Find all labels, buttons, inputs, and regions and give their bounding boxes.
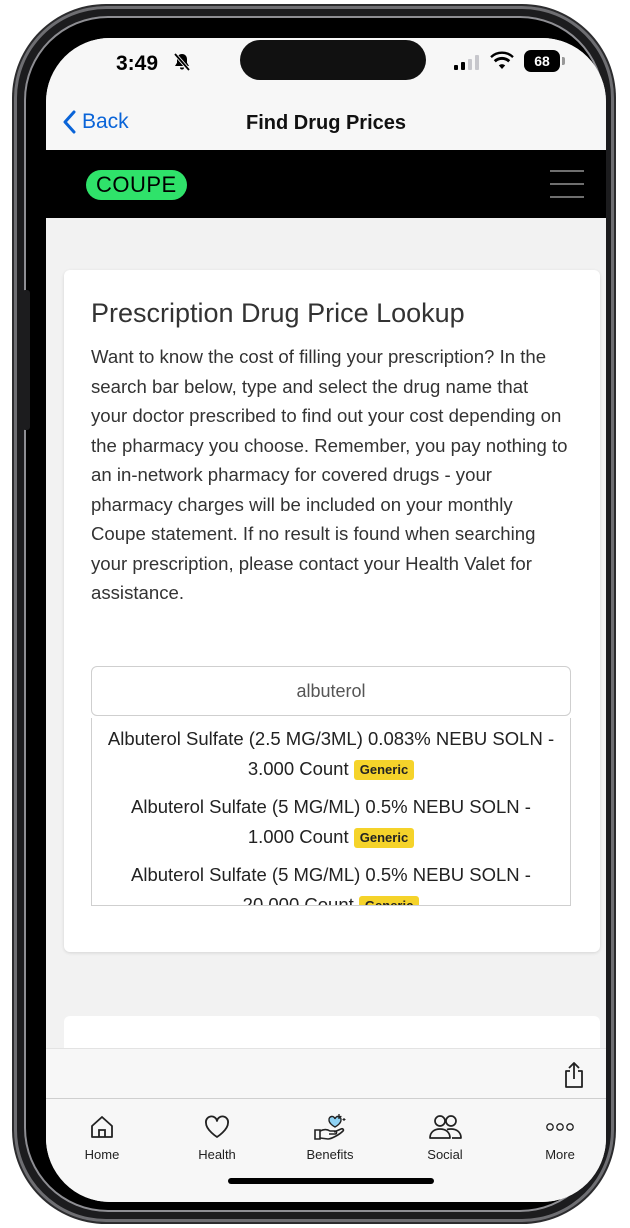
tab-social[interactable]: Social [400,1111,490,1162]
tab-home[interactable]: Home [57,1111,147,1162]
battery-tip [562,57,565,65]
tab-label: Home [84,1147,120,1162]
result-name: Albuterol Sulfate (2.5 MG/3ML) 0.083% NE… [107,728,555,779]
signal-icon [454,54,479,70]
tab-label: Benefits [306,1147,354,1162]
result-name: Albuterol Sulfate (5 MG/ML) 0.5% NEBU SO… [131,864,531,906]
generic-badge: Generic [353,828,415,849]
heart-icon [172,1111,262,1143]
page-title: Find Drug Prices [245,112,407,134]
coupe-logo[interactable]: COUPE [86,170,187,200]
site-header: COUPE [46,150,606,218]
tab-more[interactable]: More [515,1111,605,1162]
home-icon [57,1111,147,1143]
status-bar: 3:49 68 [46,38,606,100]
dynamic-island [240,40,426,80]
result-item[interactable]: Albuterol Sulfate (2.5 MG/3ML) 0.083% NE… [92,718,570,786]
result-item[interactable]: Albuterol Sulfate (5 MG/ML) 0.5% NEBU SO… [92,786,570,854]
tab-health[interactable]: Health [172,1111,262,1162]
side-button [22,290,30,430]
bell-muted-icon [172,52,192,77]
generic-badge: Generic [358,896,420,905]
card-description: Want to know the cost of filling your pr… [91,346,568,603]
status-time: 3:49 [116,52,159,75]
more-dots-icon [515,1111,605,1143]
tab-bar: Home Health Benefits Social More [46,1098,606,1202]
result-name: Albuterol Sulfate (5 MG/ML) 0.5% NEBU SO… [131,796,531,847]
drug-lookup-card: Prescription Drug Price Lookup Want to k… [64,270,600,952]
drug-search-input[interactable] [91,666,571,716]
browser-toolbar [46,1048,606,1099]
benefits-hand-icon [285,1111,375,1143]
share-icon[interactable] [562,1061,586,1094]
tab-benefits[interactable]: Benefits [285,1111,375,1162]
wifi-icon [490,51,514,76]
generic-badge: Generic [353,760,415,781]
result-item[interactable]: Albuterol Sulfate (5 MG/ML) 0.5% NEBU SO… [92,854,570,906]
card-title: Prescription Drug Price Lookup [91,298,465,328]
screen: 3:49 68 Back Find Drug Prices COUPE Pres… [46,38,606,1202]
tab-label: More [545,1147,575,1162]
home-indicator [228,1178,434,1184]
search-results-list[interactable]: Albuterol Sulfate (2.5 MG/3ML) 0.083% NE… [91,718,571,906]
tab-label: Social [427,1147,463,1162]
tab-label: Health [198,1147,236,1162]
hamburger-menu-icon[interactable] [550,170,584,200]
navigation-bar: Back Find Drug Prices [46,100,606,150]
people-icon [400,1111,490,1143]
battery-icon: 68 [524,50,560,72]
